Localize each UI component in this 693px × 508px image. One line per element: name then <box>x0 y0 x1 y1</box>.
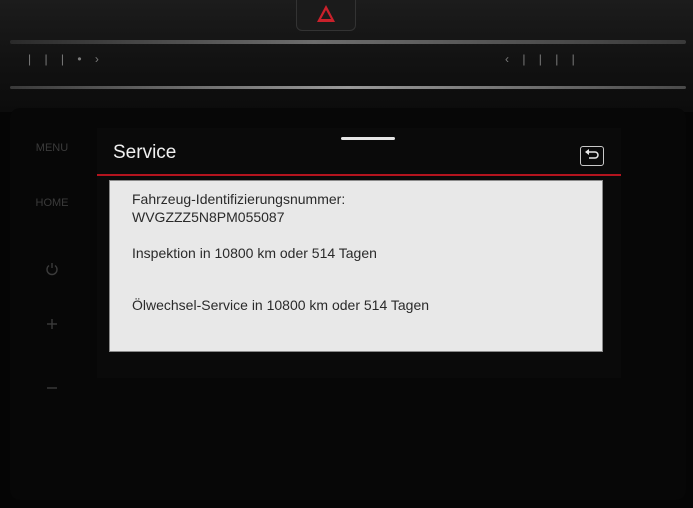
hazard-warning-button[interactable] <box>296 0 356 31</box>
infotainment-screen: Service Fahrzeug-Identifizierungsnummer:… <box>97 128 621 378</box>
trim-strip-lower <box>10 86 686 89</box>
dashboard-top-panel: | | | • › ‹ | | | | <box>0 0 693 112</box>
power-icon <box>46 263 58 276</box>
pull-down-handle[interactable] <box>341 137 395 140</box>
service-info-panel: Fahrzeug-Identifizierungsnummer: WVGZZZ5… <box>109 180 603 352</box>
volume-up-button[interactable] <box>20 318 84 333</box>
volume-down-button[interactable] <box>20 382 84 397</box>
back-arrow-icon <box>585 149 599 159</box>
hazard-warning-icon <box>317 5 335 22</box>
vin-label: Fahrzeug-Identifizierungsnummer: <box>132 191 346 207</box>
plus-icon <box>47 319 57 329</box>
vent-grille-left: | | | • › <box>28 52 104 66</box>
oil-service-info: Ölwechsel-Service in 10800 km oder 514 T… <box>132 297 430 313</box>
menu-button[interactable]: MENU <box>20 142 84 154</box>
screen-header: Service <box>97 128 621 176</box>
power-button[interactable] <box>20 262 84 279</box>
vin-value: WVGZZZ5N8PM055087 <box>132 209 285 225</box>
inspection-info: Inspektion in 10800 km oder 514 Tagen <box>132 245 377 261</box>
vent-grille-right: ‹ | | | | <box>505 52 580 66</box>
minus-icon <box>47 387 57 389</box>
page-title: Service <box>113 142 177 163</box>
back-button[interactable] <box>580 146 604 166</box>
trim-strip <box>10 40 686 44</box>
home-button[interactable]: HOME <box>20 197 84 209</box>
